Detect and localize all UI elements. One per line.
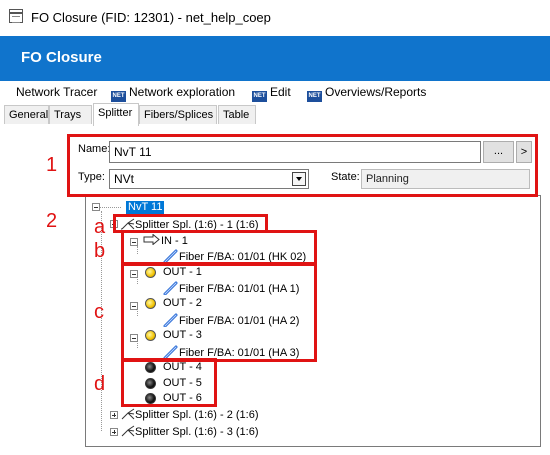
expand-icon[interactable] (110, 428, 118, 436)
annotation-label-c: c (94, 301, 104, 323)
menu-network-exploration[interactable]: NET Network exploration (111, 85, 235, 102)
tree-root-node[interactable]: NvT 11 (126, 201, 165, 214)
collapse-icon[interactable] (92, 203, 100, 211)
splitter-icon (121, 425, 135, 437)
annotation-label-a: a (94, 216, 106, 238)
splitter-icon (121, 408, 135, 420)
tab-bar: General Trays Splitter Fibers/Splices Ta… (0, 103, 550, 126)
annotation-label-1: 1 (46, 154, 58, 176)
tree-line (99, 207, 121, 208)
annotation-box-b (121, 230, 317, 266)
banner-title: FO Closure (21, 49, 102, 66)
annotation-box-1 (67, 134, 538, 197)
net-icon: NET (307, 91, 322, 102)
menu-overviews-reports[interactable]: NET Overviews/Reports (307, 85, 426, 102)
tab-trays[interactable]: Trays (49, 105, 92, 124)
annotation-label-d: d (94, 373, 106, 395)
tab-splitter[interactable]: Splitter (93, 103, 139, 126)
annotation-box-c (121, 262, 317, 362)
splitter-node-3[interactable]: Splitter Spl. (1:6) - 3 (1:6) (121, 425, 259, 439)
window-app-icon (9, 9, 23, 23)
expand-icon[interactable] (110, 411, 118, 419)
annotation-box-d (121, 358, 217, 407)
tab-fibers-splices[interactable]: Fibers/Splices (139, 105, 217, 124)
menu-edit[interactable]: NET Edit (252, 85, 291, 102)
splitter-node-2[interactable]: Splitter Spl. (1:6) - 2 (1:6) (121, 408, 259, 422)
annotation-label-2: 2 (46, 210, 58, 232)
net-icon: NET (111, 91, 126, 102)
annotation-label-b: b (94, 240, 106, 262)
tab-table[interactable]: Table (218, 105, 256, 124)
window-title: FO Closure (FID: 12301) - net_help_coep (31, 10, 271, 25)
net-icon: NET (252, 91, 267, 102)
header-banner: FO Closure (0, 36, 550, 81)
menu-bar: Network Tracer NET Network exploration NE… (0, 81, 550, 103)
window-title-bar: FO Closure (FID: 12301) - net_help_coep (0, 0, 550, 37)
menu-network-tracer[interactable]: Network Tracer (16, 85, 97, 99)
tab-general[interactable]: General (4, 105, 49, 124)
